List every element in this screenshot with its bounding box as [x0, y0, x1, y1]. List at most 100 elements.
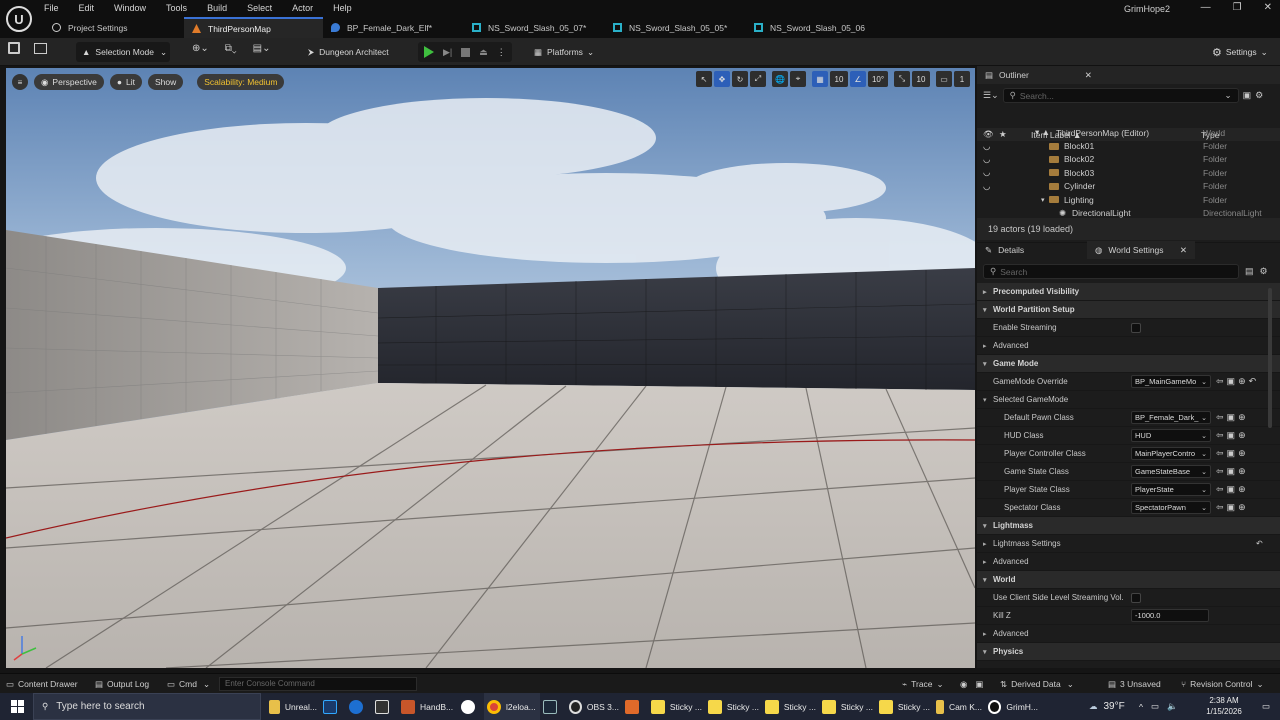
prop-selected-gamemode[interactable]: ▾ Selected GameMode	[977, 391, 1280, 409]
taskbar-app-sticky-2[interactable]: Sticky ...	[705, 693, 762, 720]
add-icon[interactable]: ⊕	[1238, 448, 1246, 459]
folder-icon[interactable]: ▣	[1227, 412, 1236, 423]
close-icon[interactable]: ✕	[1085, 70, 1092, 81]
gear-icon[interactable]: ⚙	[1260, 266, 1268, 277]
folder-icon[interactable]: ▣	[1227, 484, 1236, 495]
prop-lightmass-settings[interactable]: ▸ Lightmass Settings ↶	[977, 535, 1280, 553]
world-space-icon[interactable]: 🌐	[772, 71, 788, 87]
taskbar-app-sticky-3[interactable]: Sticky ...	[762, 693, 819, 720]
gear-icon[interactable]: ⚙	[1255, 90, 1263, 101]
tab-ns-sword-slash-05-07[interactable]: NS_Sword_Slash_05_07*	[464, 17, 605, 38]
platforms-dropdown[interactable]: ▦ Platforms ⌄	[528, 42, 600, 62]
menu-file[interactable]: File	[44, 3, 59, 13]
record-icon[interactable]: ◉	[960, 679, 967, 690]
taskbar-app-unreal[interactable]: Unreal...	[266, 693, 320, 720]
rotation-snap-value[interactable]: 10°	[868, 71, 888, 87]
scale-snap-value[interactable]: 10	[912, 71, 930, 87]
taskbar-app-sticky-4[interactable]: Sticky ...	[819, 693, 876, 720]
add-folder-icon[interactable]: ▣	[1243, 90, 1252, 101]
output-log-button[interactable]: ▤ Output Log	[95, 674, 149, 694]
section-world-partition-setup[interactable]: ▾ World Partition Setup	[977, 301, 1280, 319]
hud-class-combo[interactable]: HUD ⌄	[1131, 429, 1211, 442]
taskbar-app-sticky-5[interactable]: Sticky ...	[876, 693, 933, 720]
browse-icon[interactable]: ⇦	[1216, 412, 1224, 423]
folder-icon[interactable]: ▣	[1227, 376, 1236, 387]
console-command-input[interactable]: Enter Console Command	[219, 677, 417, 691]
prop-advanced-world[interactable]: ▸ Advanced	[977, 625, 1280, 643]
close-icon[interactable]: ✕	[1264, 2, 1272, 13]
details-scrollbar[interactable]	[1268, 288, 1272, 428]
grid-snap-icon[interactable]: ▦	[812, 71, 828, 87]
taskbar-app-epic[interactable]	[372, 693, 398, 720]
prop-advanced-lightmass[interactable]: ▸ Advanced	[977, 553, 1280, 571]
eye-icon[interactable]: ◡	[983, 154, 990, 165]
tab-ns-sword-slash-05-06[interactable]: NS_Sword_Slash_05_06	[746, 17, 887, 38]
weather-widget[interactable]: ☁ 39°F	[1086, 693, 1128, 720]
volume-icon[interactable]: 🔈	[1167, 701, 1178, 712]
tab-details[interactable]: ✎ Details	[977, 241, 1087, 259]
add-icon[interactable]: ⊕	[1238, 502, 1246, 513]
outliner-row-cylinder[interactable]: ◡ Cylinder Folder	[977, 180, 1280, 193]
kill-z-input[interactable]: -1000.0	[1131, 609, 1209, 622]
notifications-icon[interactable]: ▭	[1259, 693, 1273, 720]
eye-icon[interactable]: ◡	[983, 167, 990, 178]
browse-icon[interactable]: ⇦	[1216, 484, 1224, 495]
stop-icon[interactable]	[461, 47, 471, 57]
camera-speed-value[interactable]: 1	[954, 71, 970, 87]
menu-tools[interactable]: Tools	[166, 3, 187, 13]
tab-world-settings[interactable]: ◍ World Settings ✕	[1087, 241, 1195, 259]
capture-icon[interactable]: ▣	[975, 679, 983, 690]
taskbar-app-chrome[interactable]: l2eloa...	[484, 693, 540, 720]
taskbar-app-9[interactable]	[622, 693, 648, 720]
browse-icon[interactable]: ⇦	[1216, 448, 1224, 459]
tray-arrow-icon[interactable]: ^	[1139, 702, 1143, 712]
add-icon[interactable]: ⊕	[1238, 430, 1246, 441]
tab-project-settings[interactable]: Project Settings	[44, 17, 184, 38]
taskbar-app-steam[interactable]	[540, 693, 566, 720]
add-icon[interactable]: ⊕	[1238, 376, 1246, 387]
game-state-combo[interactable]: GameStateBase ⌄	[1131, 465, 1211, 478]
browse-icon[interactable]: ⇦	[1216, 502, 1224, 513]
cinematics-icon[interactable]: ▤⌄	[253, 43, 271, 54]
step-icon[interactable]: ▶|	[443, 47, 452, 58]
eye-icon[interactable]: ◡	[983, 141, 990, 152]
translate-icon[interactable]: ✥	[714, 71, 730, 87]
add-icon[interactable]: ⊕	[1238, 412, 1246, 423]
eye-icon[interactable]: ◡	[983, 181, 990, 192]
scalability-badge[interactable]: Scalability: Medium	[197, 74, 285, 90]
menu-help[interactable]: Help	[333, 3, 352, 13]
taskbar-app-cam[interactable]: Cam K...	[933, 693, 985, 720]
selection-mode-dropdown[interactable]: ▲ Selection Mode ⌄	[76, 42, 170, 62]
browse-icon[interactable]: ⇦	[1216, 466, 1224, 477]
player-state-combo[interactable]: PlayerState ⌄	[1131, 483, 1211, 496]
eject-icon[interactable]: ⏏	[479, 47, 488, 58]
add-icon[interactable]: ⊕	[1238, 466, 1246, 477]
folder-icon[interactable]: ▣	[1227, 502, 1236, 513]
scale-snap-icon[interactable]: ⤡	[894, 71, 910, 87]
section-precomputed-visibility[interactable]: ▸ Precomputed Visibility	[977, 283, 1280, 301]
camera-speed-icon[interactable]: ▭	[936, 71, 952, 87]
perspective-button[interactable]: ◉ Perspective	[34, 74, 104, 90]
table-view-icon[interactable]: ▤	[1245, 266, 1254, 277]
enable-streaming-checkbox[interactable]	[1131, 322, 1141, 333]
menu-select[interactable]: Select	[247, 3, 272, 13]
taskbar-app-2[interactable]	[346, 693, 372, 720]
rotation-snap-icon[interactable]: ∠	[850, 71, 866, 87]
grid-snap-value[interactable]: 10	[830, 71, 848, 87]
gamemode-override-combo[interactable]: BP_MainGameMo ⌄	[1131, 375, 1211, 388]
select-icon[interactable]: ↖	[696, 71, 712, 87]
outliner-row-block03[interactable]: ◡ Block03 Folder	[977, 166, 1280, 179]
taskbar-search[interactable]: ⚲ Type here to search	[33, 693, 261, 720]
folder-icon[interactable]: ▣	[1227, 466, 1236, 477]
cmd-dropdown[interactable]: ▭ Cmd ⌄	[167, 674, 210, 694]
add-icon[interactable]: ⊕	[1238, 484, 1246, 495]
menu-edit[interactable]: Edit	[79, 3, 95, 13]
taskbar-app-handbrake[interactable]: HandB...	[398, 693, 458, 720]
surface-snap-icon[interactable]: ⌖	[790, 71, 806, 87]
tab-ns-sword-slash-05-05[interactable]: NS_Sword_Slash_05_05*	[605, 17, 746, 38]
browse-content-icon[interactable]	[34, 42, 47, 54]
tab-bp-female-dark-elf[interactable]: BP_Female_Dark_Elf*	[323, 17, 464, 38]
show-button[interactable]: Show	[147, 74, 184, 90]
close-icon[interactable]: ✕	[1180, 245, 1187, 256]
outliner-row-block01[interactable]: ◡ Block01 Folder	[977, 139, 1280, 152]
